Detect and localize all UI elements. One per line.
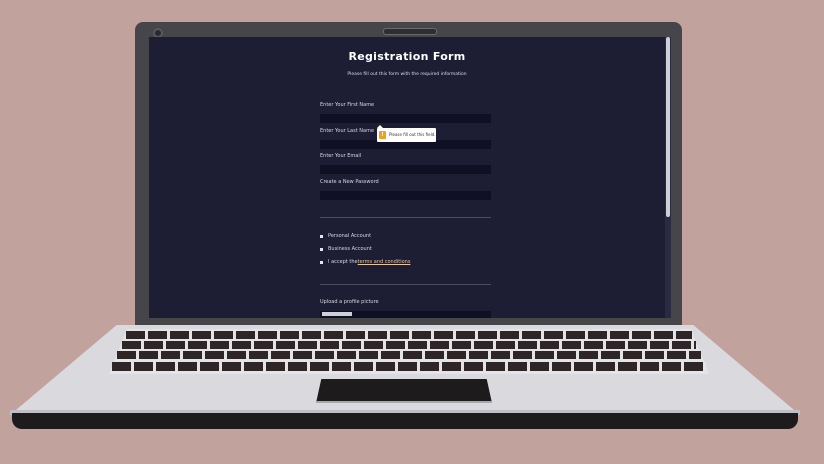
tooltip-arrow	[377, 125, 383, 128]
first-name-input[interactable]	[320, 114, 491, 123]
tooltip-text: Please fill out this field.	[389, 132, 436, 137]
laptop-screen: Registration Form Please fill out this f…	[149, 37, 671, 318]
email-label: Enter Your Email	[320, 153, 362, 159]
upload-label: Upload a profile picture	[320, 299, 379, 305]
terms-option[interactable]: I accept the terms and conditions	[320, 259, 410, 265]
radio-button[interactable]	[320, 247, 323, 251]
keyboard-row	[117, 351, 701, 359]
section-divider	[320, 217, 491, 218]
terms-prefix: I accept the	[328, 259, 358, 265]
choose-file-button[interactable]	[322, 312, 352, 316]
first-name-label: Enter Your First Name	[320, 102, 375, 108]
trackpad-edge	[316, 401, 492, 403]
keyboard-row	[112, 362, 706, 371]
terms-link[interactable]: terms and conditions	[358, 259, 411, 265]
scrollbar-thumb[interactable]	[666, 37, 670, 217]
lid-slot	[383, 28, 437, 35]
base-bottom	[12, 413, 798, 429]
radio-button[interactable]	[320, 234, 323, 238]
password-input[interactable]	[320, 191, 491, 200]
terms-checkbox[interactable]	[320, 260, 323, 264]
personal-account-option[interactable]: Personal Account	[320, 233, 371, 239]
last-name-label: Enter Your Last Name	[320, 128, 375, 134]
business-account-label: Business Account	[328, 246, 372, 252]
keyboard-row	[126, 331, 692, 339]
trackpad	[316, 379, 492, 403]
validation-tooltip: ! Please fill out this field.	[377, 125, 436, 142]
form-subtitle: Please fill out this form with the requi…	[347, 72, 467, 77]
keyboard-row	[122, 341, 696, 349]
section-divider	[320, 284, 491, 285]
form-title: Registration Form	[348, 50, 466, 63]
email-input[interactable]	[320, 165, 491, 174]
personal-account-label: Personal Account	[328, 233, 372, 239]
scrollbar[interactable]	[665, 37, 671, 318]
warning-icon: !	[379, 131, 386, 139]
password-label: Create a New Password	[320, 179, 379, 185]
business-account-option[interactable]: Business Account	[320, 246, 372, 252]
